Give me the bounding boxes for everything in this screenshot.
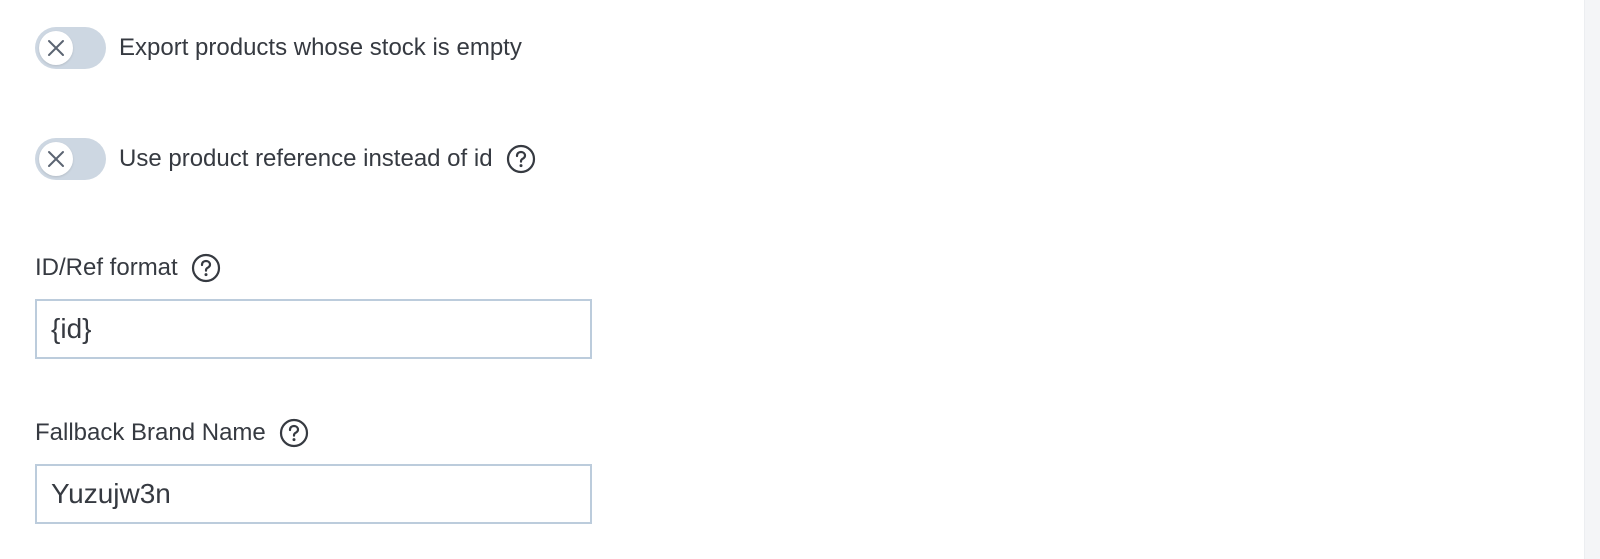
question-circle-icon[interactable] [506,144,536,174]
toggle-knob [39,31,73,65]
toggle-knob [39,142,73,176]
id-ref-format-label: ID/Ref format [35,254,178,281]
fallback-brand-name-label: Fallback Brand Name [35,419,266,446]
question-circle-icon[interactable] [191,253,221,283]
export-empty-stock-toggle[interactable] [35,27,106,69]
export-empty-stock-row: Export products whose stock is empty [35,26,522,70]
fallback-brand-name-input[interactable] [35,464,592,524]
use-reference-toggle[interactable] [35,138,106,180]
id-ref-format-label-row: ID/Ref format [35,251,221,285]
use-reference-row: Use product reference instead of id [35,137,536,181]
id-ref-format-input[interactable] [35,299,592,359]
close-icon [48,151,64,167]
fallback-brand-name-label-row: Fallback Brand Name [35,416,309,450]
use-reference-label: Use product reference instead of id [119,145,493,172]
question-circle-icon[interactable] [279,418,309,448]
export-empty-stock-label: Export products whose stock is empty [119,34,522,61]
settings-form: Export products whose stock is empty Use… [0,0,1584,559]
close-icon [48,40,64,56]
scrollbar[interactable] [1584,0,1600,559]
